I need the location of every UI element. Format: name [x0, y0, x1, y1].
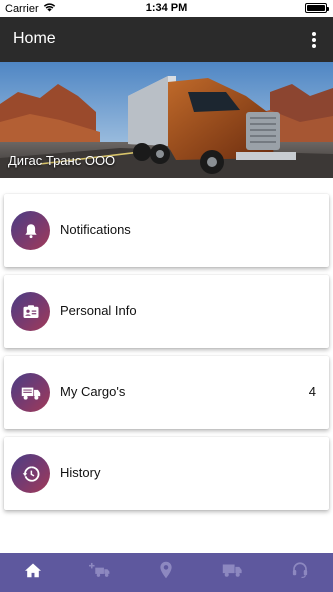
menu-item-notifications[interactable]: Notifications: [4, 194, 329, 267]
app-bar: Home: [0, 17, 333, 62]
truck-icon: [222, 562, 244, 583]
menu-item-label: My Cargo's: [60, 384, 126, 399]
home-icon: [24, 562, 42, 583]
more-vertical-icon[interactable]: [309, 30, 319, 50]
menu-item-label: Personal Info: [60, 303, 137, 318]
add-cargo-icon: [88, 562, 111, 583]
battery-icon: [305, 3, 329, 13]
support-headset-icon: [291, 561, 309, 584]
menu-item-label: History: [60, 465, 101, 480]
bottom-navigation: [0, 553, 333, 592]
history-icon: [11, 454, 50, 493]
company-name: Дигас Транс ООО: [8, 153, 116, 168]
status-right: [305, 3, 329, 13]
battery-fill: [307, 5, 325, 11]
nav-add-cargo[interactable]: [67, 553, 134, 592]
id-card-icon: [11, 292, 50, 331]
nav-home[interactable]: [0, 553, 67, 592]
menu-item-personal-info[interactable]: Personal Info: [4, 275, 329, 348]
nav-location[interactable]: [133, 553, 200, 592]
cargo-count-badge: 4: [308, 384, 316, 399]
bell-icon: [11, 211, 50, 250]
nav-trucks[interactable]: [200, 553, 267, 592]
truck-icon: [11, 373, 50, 412]
status-time: 1:34 PM: [145, 2, 188, 14]
menu-item-history[interactable]: History: [4, 437, 329, 510]
location-icon: [159, 561, 173, 584]
page-title: Home: [13, 30, 56, 47]
menu-item-my-cargos[interactable]: My Cargo's 4: [4, 356, 329, 429]
nav-support[interactable]: [266, 553, 333, 592]
hero-banner: Дигас Транс ООО: [0, 62, 333, 178]
status-bar: Carrier 1:34 PM: [0, 0, 333, 17]
menu-item-label: Notifications: [60, 222, 131, 237]
